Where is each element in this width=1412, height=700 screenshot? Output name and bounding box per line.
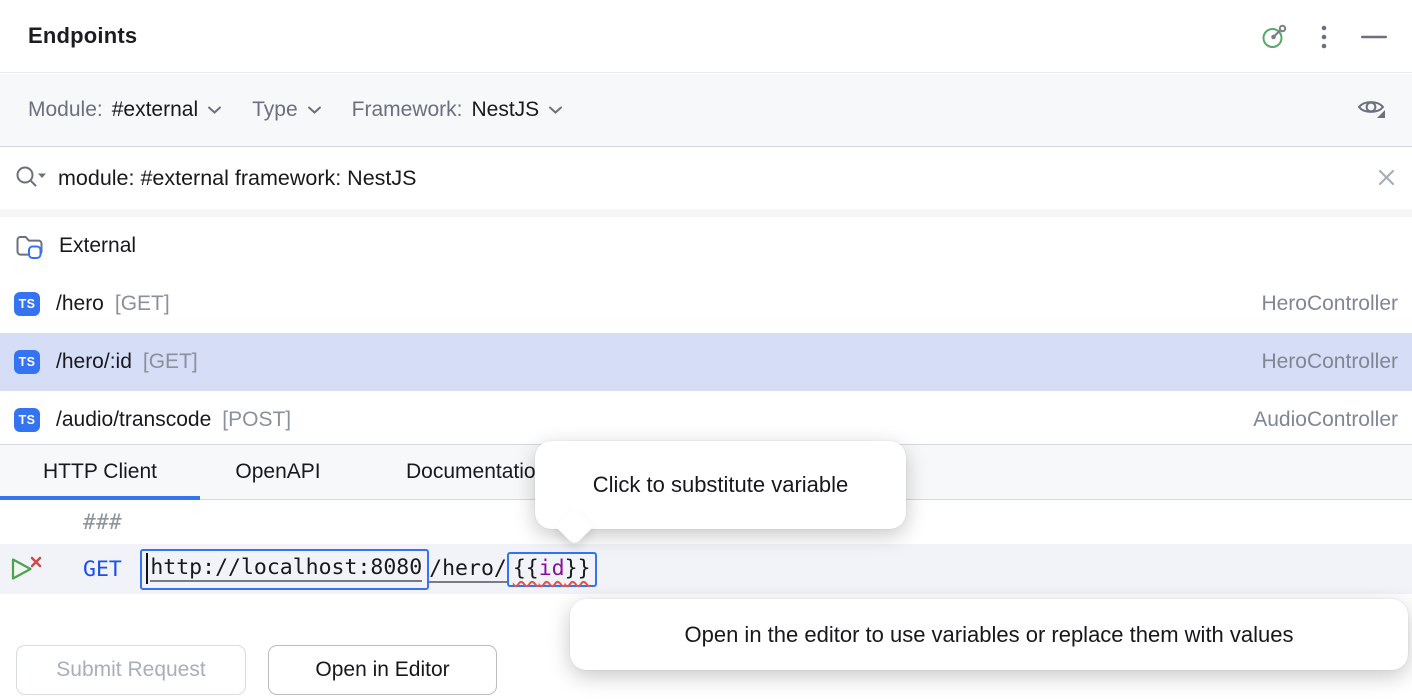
url-host-fragment-box[interactable]: http://localhost:8080	[140, 549, 429, 590]
variable-name: id	[539, 556, 565, 581]
url-path: /hero/	[429, 556, 507, 583]
more-options-kebab-icon[interactable]	[1320, 24, 1328, 50]
view-options-eye-icon[interactable]	[1356, 94, 1390, 126]
tooltip-text: Open in the editor to use variables or r…	[685, 622, 1294, 648]
request-separator: ###	[83, 510, 122, 535]
typescript-icon: TS	[14, 292, 40, 316]
page-title: Endpoints	[28, 23, 137, 49]
chevron-down-icon	[548, 105, 563, 115]
endpoints-list: External TS /hero [GET] HeroController T…	[0, 209, 1412, 444]
search-bar	[0, 147, 1412, 209]
search-input[interactable]	[58, 147, 1358, 209]
tooltip-substitute-variable: Click to substitute variable	[535, 441, 906, 529]
tab-label: Documentation	[406, 460, 547, 484]
http-method: GET	[83, 557, 122, 582]
framework-filter-label: Framework:	[352, 98, 463, 122]
tab-http-client[interactable]: HTTP Client	[0, 445, 200, 499]
framework-filter[interactable]: Framework: NestJS	[352, 98, 564, 122]
run-request-icon[interactable]	[6, 552, 44, 592]
chevron-down-icon	[207, 105, 222, 115]
variable-substitute-box[interactable]: {{id}}	[507, 552, 597, 587]
text-caret	[146, 553, 149, 584]
tool-window-header: Endpoints	[0, 0, 1412, 73]
filter-bar: Module: #external Type Framework: NestJS	[0, 74, 1412, 147]
endpoint-path: /hero	[56, 292, 104, 316]
endpoint-method-badge: [GET]	[143, 350, 198, 374]
hide-tool-window-icon[interactable]	[1360, 35, 1388, 39]
typescript-icon: TS	[14, 408, 40, 432]
header-icon-group	[1260, 0, 1388, 73]
list-item-endpoint[interactable]: TS /audio/transcode [POST] AudioControll…	[0, 391, 1412, 444]
chevron-down-icon	[307, 105, 322, 115]
open-in-editor-button[interactable]: Open in Editor	[268, 645, 497, 695]
endpoint-controller: HeroController	[1261, 350, 1398, 374]
clear-search-icon[interactable]	[1375, 166, 1398, 194]
module-filter[interactable]: Module: #external	[28, 98, 222, 122]
endpoints-status-icon[interactable]	[1260, 23, 1288, 51]
list-inset	[0, 209, 1412, 217]
search-icon[interactable]	[14, 164, 48, 197]
list-item-external-group[interactable]: External	[0, 217, 1412, 275]
tab-openapi[interactable]: OpenAPI	[200, 445, 356, 499]
tooltip-text: Click to substitute variable	[593, 472, 849, 498]
group-label: External	[59, 234, 136, 258]
tab-documentation[interactable]: Documentation	[356, 445, 547, 499]
type-filter[interactable]: Type	[252, 98, 322, 122]
endpoint-method-badge: [GET]	[115, 292, 170, 316]
url-host: http://localhost:8080	[150, 555, 422, 582]
list-item-endpoint[interactable]: TS /hero [GET] HeroController	[0, 275, 1412, 333]
folder-icon	[14, 232, 44, 260]
list-item-endpoint-selected[interactable]: TS /hero/:id [GET] HeroController	[0, 333, 1412, 391]
tab-label: OpenAPI	[235, 460, 320, 484]
tooltip-editor-hint: Open in the editor to use variables or r…	[570, 599, 1408, 670]
module-filter-label: Module:	[28, 98, 103, 122]
type-filter-label: Type	[252, 98, 298, 122]
tab-label: HTTP Client	[43, 460, 157, 484]
endpoint-controller: HeroController	[1261, 292, 1398, 316]
submit-request-button[interactable]: Submit Request	[16, 645, 246, 695]
typescript-icon: TS	[14, 350, 40, 374]
endpoint-method-badge: [POST]	[222, 408, 291, 432]
endpoint-path: /audio/transcode	[56, 408, 211, 432]
request-line: GET http://localhost:8080/hero/{{id}}	[0, 544, 1412, 594]
endpoint-controller: AudioController	[1253, 408, 1398, 432]
endpoints-tool-window: Endpoints	[0, 0, 1412, 700]
framework-filter-value: NestJS	[472, 98, 540, 122]
module-filter-value: #external	[112, 98, 198, 122]
endpoint-path: /hero/:id	[56, 350, 132, 374]
